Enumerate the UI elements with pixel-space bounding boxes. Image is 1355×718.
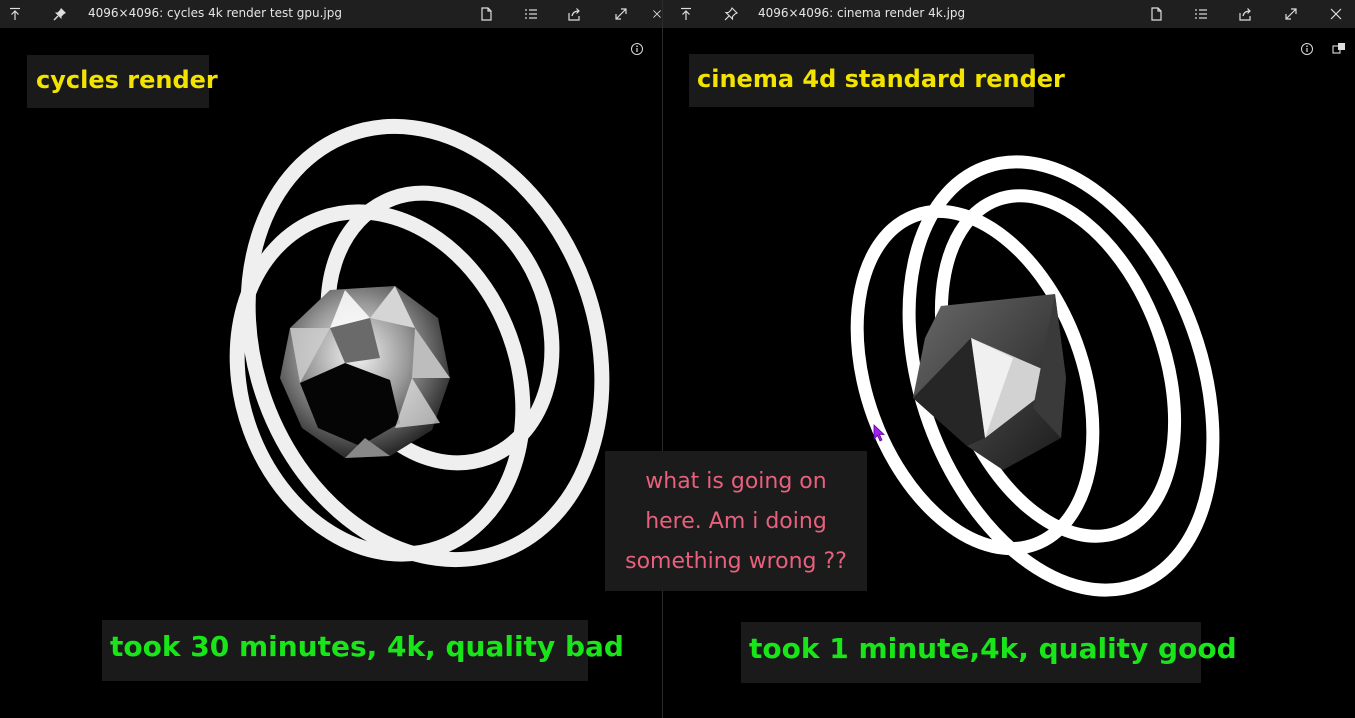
mouse-cursor-icon [873, 424, 887, 448]
viewer-title: 4096×4096: cycles 4k render test gpu.jpg [88, 6, 342, 20]
question-line: here. Am i doing [645, 509, 827, 534]
fullscreen-icon[interactable] [1282, 5, 1300, 23]
caption-bottom: took 30 minutes, 4k, quality bad [102, 620, 624, 681]
list-icon[interactable] [522, 5, 540, 23]
image-viewer-left: 4096×4096: cycles 4k render test gpu.jpg [0, 0, 662, 718]
share-icon[interactable] [1237, 5, 1255, 23]
cycles-render-image [229, 118, 610, 568]
caption-title: cinema 4d standard render [689, 54, 1065, 107]
question-line: what is going on [645, 469, 827, 494]
open-file-icon[interactable] [477, 5, 495, 23]
viewer-title: 4096×4096: cinema render 4k.jpg [758, 6, 966, 20]
pin-icon[interactable] [722, 5, 740, 23]
close-icon[interactable] [1327, 5, 1345, 23]
pin-icon[interactable] [51, 5, 69, 23]
pin-top-icon[interactable] [6, 5, 24, 23]
close-icon[interactable] [652, 5, 662, 23]
viewer-titlebar: 4096×4096: cycles 4k render test gpu.jpg [0, 0, 662, 28]
gem-object [280, 286, 450, 458]
caption-bottom: took 1 minute,4k, quality good [741, 622, 1237, 683]
share-icon[interactable] [566, 5, 584, 23]
cinema4d-render-image [850, 155, 1220, 597]
open-file-icon[interactable] [1147, 5, 1165, 23]
list-icon[interactable] [1192, 5, 1210, 23]
viewer-titlebar: 4096×4096: cinema render 4k.jpg [663, 0, 1355, 28]
pin-top-icon[interactable] [677, 5, 695, 23]
question-overlay: what is going on here. Am i doing someth… [605, 451, 867, 591]
fullscreen-icon[interactable] [612, 5, 630, 23]
caption-title: cycles render [27, 55, 218, 108]
question-line: something wrong ?? [625, 549, 847, 574]
image-viewer-right: 4096×4096: cinema render 4k.jpg cinema 4… [663, 0, 1355, 718]
